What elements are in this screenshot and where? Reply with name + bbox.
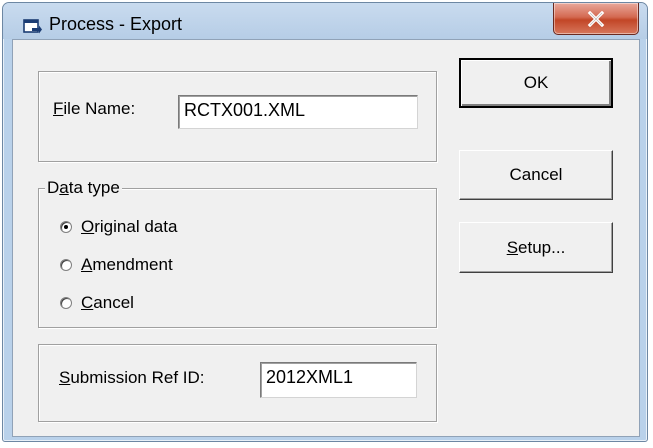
radio-label-cancel: Cancel: [81, 293, 134, 312]
radio-original-data[interactable]: Original data: [60, 216, 177, 238]
file-name-label: File Name:: [53, 99, 136, 118]
radio-cancel[interactable]: Cancel: [60, 292, 134, 314]
radio-amendment[interactable]: Amendment: [60, 254, 173, 276]
data-type-legend: Data type: [45, 178, 122, 198]
file-name-input[interactable]: RCTX001.XML: [178, 95, 418, 129]
submission-group: Submission Ref ID: 2012XML1: [38, 344, 437, 422]
file-name-group: File Name: RCTX001.XML: [38, 71, 437, 162]
submission-ref-id-label: Submission Ref ID:: [59, 368, 205, 387]
window-title: Process - Export: [49, 14, 183, 34]
ok-button[interactable]: OK: [459, 58, 613, 108]
dialog-window: Process - Export File Name: RCTX001.XML …: [2, 2, 648, 442]
radio-label-amendment: Amendment: [81, 255, 173, 274]
submission-ref-id-input[interactable]: 2012XML1: [260, 362, 417, 398]
cancel-button[interactable]: Cancel: [459, 150, 613, 200]
dialog-client-area: File Name: RCTX001.XML Data type Origina…: [12, 39, 640, 437]
export-dialog-icon: [23, 19, 42, 34]
radio-button-selected[interactable]: [60, 221, 72, 233]
close-button[interactable]: [553, 3, 639, 35]
data-type-group: Data type Original data Amendment Cancel: [38, 178, 437, 328]
setup-button[interactable]: Setup...: [459, 222, 613, 273]
title-bar[interactable]: Process - Export: [3, 3, 647, 39]
close-x-icon: [587, 10, 605, 27]
radio-label-original-data: Original data: [81, 217, 178, 236]
radio-button[interactable]: [60, 297, 72, 309]
radio-button[interactable]: [60, 259, 72, 271]
setup-button-label: Setup...: [506, 237, 566, 257]
